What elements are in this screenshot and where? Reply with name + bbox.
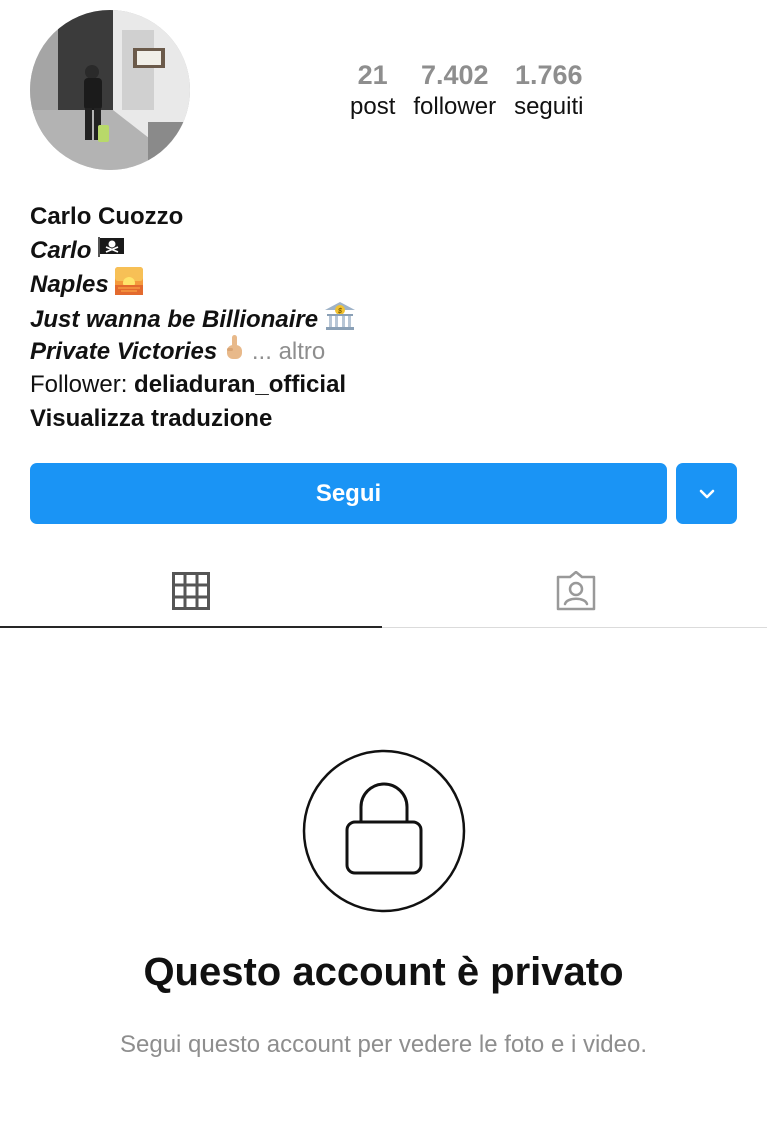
follow-options-button[interactable] xyxy=(676,463,737,524)
private-account-title: Questo account è privato xyxy=(143,950,624,994)
followed-by: Follower: deliaduran_official xyxy=(30,368,730,402)
stat-posts[interactable]: 21 post xyxy=(350,58,395,122)
follow-button[interactable]: Segui xyxy=(30,463,667,524)
stat-following-count: 1.766 xyxy=(514,60,583,90)
stat-followers[interactable]: 7.402 follower xyxy=(413,58,496,122)
stat-following[interactable]: 1.766 seguiti xyxy=(514,58,583,122)
private-account-subtitle: Segui questo account per vedere le foto … xyxy=(119,1031,647,1058)
active-tab-indicator xyxy=(0,626,382,628)
stat-posts-count: 21 xyxy=(357,60,388,90)
grid-icon xyxy=(172,572,210,610)
followed-by-user-link[interactable]: deliaduran_official xyxy=(134,371,346,398)
bio-line-3: Just wanna be Billionaire $ xyxy=(30,301,730,335)
profile-bio: Carlo Cuozzo Carlo Naples Just wanna be … xyxy=(30,200,730,435)
followed-by-label: Follower: xyxy=(30,370,135,398)
avatar-photo xyxy=(30,10,190,170)
svg-text:$: $ xyxy=(337,308,342,315)
tab-tagged[interactable] xyxy=(384,555,767,627)
stat-posts-label: post xyxy=(350,93,396,120)
bio-line-4: Private Victories ... altro xyxy=(30,334,730,368)
translate-link[interactable]: Visualizza traduzione xyxy=(30,402,730,436)
private-lock xyxy=(302,749,466,918)
bio-more-link[interactable]: ... altro xyxy=(252,339,325,366)
bio-line-1-text: Carlo xyxy=(30,236,92,264)
lock-icon xyxy=(302,749,466,913)
profile-stats: 21 post 7.402 follower 1.766 seguiti xyxy=(350,58,601,122)
profile-avatar[interactable] xyxy=(30,10,190,170)
stat-following-label: seguiti xyxy=(514,93,584,120)
stat-followers-label: follower xyxy=(413,93,497,120)
bio-line-3-text: Just wanna be Billionaire xyxy=(30,305,319,333)
bank-icon: $ xyxy=(324,301,356,341)
sunset-icon xyxy=(114,267,143,305)
pirate-flag-icon xyxy=(97,234,125,268)
bio-line-2: Naples xyxy=(30,267,730,301)
tab-posts-grid[interactable] xyxy=(0,555,382,627)
hand-gesture-icon xyxy=(223,334,245,372)
bio-line-1: Carlo xyxy=(30,234,730,268)
chevron-down-icon xyxy=(699,489,714,498)
bio-line-2-text: Naples xyxy=(30,271,109,299)
tagged-icon xyxy=(556,571,595,611)
bio-line-4-text: Private Victories xyxy=(30,338,218,366)
profile-name: Carlo Cuozzo xyxy=(30,203,184,230)
stat-followers-count: 7.402 xyxy=(420,60,489,90)
